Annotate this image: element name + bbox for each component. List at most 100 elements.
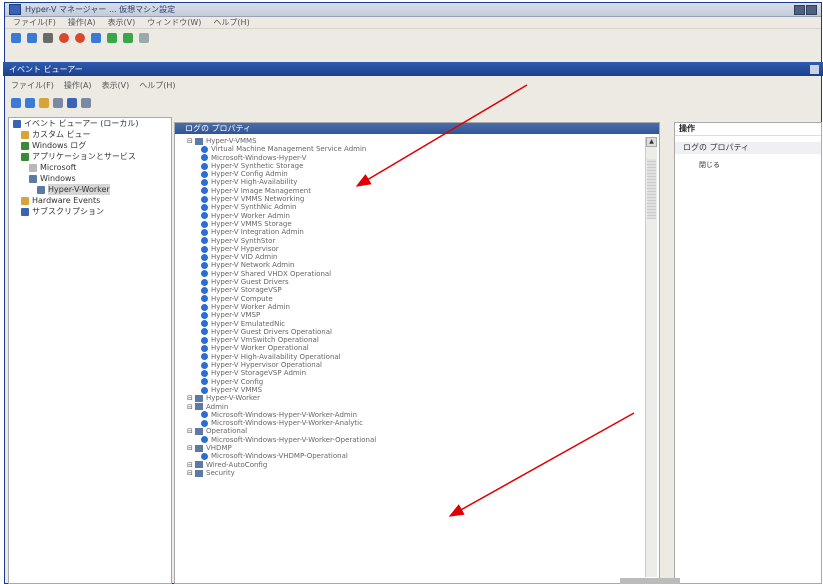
back-icon[interactable] — [11, 33, 21, 43]
log-label: Hyper-V High-Availability — [211, 178, 298, 187]
pause-icon[interactable] — [91, 33, 101, 43]
log-label: Hyper-V Worker Operational — [211, 344, 309, 353]
log-group-row[interactable]: ⊟ Security — [185, 469, 640, 477]
log-row[interactable]: Hyper-V VMMS Networking — [185, 195, 640, 203]
snapshot-icon[interactable] — [123, 33, 133, 43]
log-row[interactable]: Hyper-V Worker Admin — [185, 303, 640, 311]
log-row[interactable]: Hyper-V High-Availability — [185, 178, 640, 186]
tree-node[interactable]: アプリケーションとサービス — [9, 151, 171, 162]
menu-item[interactable]: 表示(V) — [102, 80, 130, 91]
log-row[interactable]: Microsoft-Windows-Hyper-V-Worker-Admin — [185, 411, 640, 419]
tree-node[interactable]: イベント ビューアー (ローカル) — [9, 118, 171, 129]
collapse-icon[interactable]: ⊟ — [187, 444, 193, 452]
log-row[interactable]: Hyper-V VMMS — [185, 386, 640, 394]
forward-icon[interactable] — [27, 33, 37, 43]
log-row[interactable]: Hyper-V Worker Admin — [185, 212, 640, 220]
log-row[interactable]: Hyper-V StorageVSP Admin — [185, 369, 640, 377]
vertical-scrollbar[interactable]: ▲ — [645, 137, 657, 577]
log-row[interactable]: Hyper-V VMSP — [185, 311, 640, 319]
log-row[interactable]: Hyper-V Synthetic Storage — [185, 162, 640, 170]
collapse-icon[interactable]: ⊟ — [187, 427, 193, 435]
minimize-button[interactable] — [794, 4, 805, 15]
tree-node[interactable]: カスタム ビュー — [9, 129, 171, 140]
close-button[interactable] — [810, 64, 819, 74]
log-row[interactable]: Virtual Machine Management Service Admin — [185, 145, 640, 153]
power-icon[interactable] — [75, 33, 85, 43]
log-row[interactable]: Hyper-V SynthNic Admin — [185, 203, 640, 211]
log-group-row[interactable]: ⊟ Hyper-V-VMMS — [185, 137, 640, 145]
back-icon[interactable] — [11, 98, 21, 108]
log-group-row[interactable]: ⊟ VHDMP — [185, 444, 640, 452]
log-group-row[interactable]: ⊟ Operational — [185, 427, 640, 435]
log-row[interactable]: Hyper-V Hypervisor Operational — [185, 361, 640, 369]
log-group-row[interactable]: ⊟ Hyper-V-Worker — [185, 394, 640, 402]
log-row[interactable]: Hyper-V Integration Admin — [185, 228, 640, 236]
log-row[interactable]: Hyper-V Image Management — [185, 187, 640, 195]
revert-icon[interactable] — [139, 33, 149, 43]
log-row[interactable]: Hyper-V StorageVSP — [185, 286, 640, 294]
collapse-icon[interactable]: ⊟ — [187, 394, 193, 402]
log-group-row[interactable]: ⊟ Wired-AutoConfig — [185, 461, 640, 469]
maximize-button[interactable] — [806, 4, 817, 15]
log-row[interactable]: Hyper-V VmSwitch Operational — [185, 336, 640, 344]
properties-icon[interactable] — [53, 98, 63, 108]
log-label: Hyper-V EmulatedNic — [211, 319, 286, 328]
event-viewer-title: イベント ビューアー — [9, 64, 83, 74]
log-icon — [201, 228, 208, 236]
event-viewer-menubar: ファイル(F) 操作(A) 表示(V) ヘルプ(H) — [3, 79, 184, 92]
log-icon — [201, 170, 208, 178]
help-icon[interactable] — [67, 98, 77, 108]
log-row[interactable]: Hyper-V Config Admin — [185, 170, 640, 178]
log-row[interactable]: Hyper-V EmulatedNic — [185, 320, 640, 328]
log-row[interactable]: Microsoft-Windows-Hyper-V-Worker-Operati… — [185, 436, 640, 444]
menu-item[interactable]: 表示(V) — [108, 17, 136, 28]
log-row[interactable]: Hyper-V Hypervisor — [185, 245, 640, 253]
log-row[interactable]: Hyper-V Network Admin — [185, 261, 640, 269]
log-row[interactable]: Hyper-V Guest Drivers Operational — [185, 328, 640, 336]
log-row[interactable]: Hyper-V Worker Operational — [185, 344, 640, 352]
tree-node[interactable]: サブスクリプション — [9, 206, 171, 217]
menu-item[interactable]: ファイル(F) — [11, 80, 54, 91]
log-row[interactable]: Hyper-V VMMS Storage — [185, 220, 640, 228]
tree-node[interactable]: Hardware Events — [9, 195, 171, 206]
log-row[interactable]: Hyper-V VID Admin — [185, 253, 640, 261]
close-action[interactable]: 閉じる — [675, 160, 821, 170]
menu-item[interactable]: ファイル(F) — [13, 17, 56, 28]
scroll-up-icon[interactable]: ▲ — [646, 137, 657, 147]
forward-icon[interactable] — [25, 98, 35, 108]
collapse-icon[interactable]: ⊟ — [187, 137, 193, 145]
collapse-icon[interactable]: ⊟ — [187, 469, 193, 477]
folder-icon[interactable] — [39, 98, 49, 108]
log-row[interactable]: Hyper-V High-Availability Operational — [185, 353, 640, 361]
log-group-row[interactable]: ⊟ Admin — [185, 403, 640, 411]
log-row[interactable]: Hyper-V SynthStor — [185, 237, 640, 245]
log-icon — [201, 311, 208, 319]
log-row[interactable]: Microsoft-Windows-Hyper-V — [185, 154, 640, 162]
menu-item[interactable]: 操作(A) — [68, 17, 96, 28]
start-icon[interactable] — [107, 33, 117, 43]
tree-node[interactable]: Windows — [9, 173, 171, 184]
log-row[interactable]: Hyper-V Compute — [185, 295, 640, 303]
horizontal-scroll-thumb[interactable] — [620, 578, 680, 584]
menu-item[interactable]: ヘルプ(H) — [139, 80, 175, 91]
collapse-icon[interactable]: ⊟ — [187, 461, 193, 469]
folder-icon — [195, 394, 203, 402]
menu-item[interactable]: ウィンドウ(W) — [147, 17, 201, 28]
refresh-icon[interactable] — [43, 33, 53, 43]
tree-node[interactable]: Microsoft — [9, 162, 171, 173]
log-row[interactable]: Hyper-V Config — [185, 378, 640, 386]
log-icon — [201, 345, 208, 353]
log-row[interactable]: Hyper-V Shared VHDX Operational — [185, 270, 640, 278]
view-icon[interactable] — [81, 98, 91, 108]
stop-icon[interactable] — [59, 33, 69, 43]
menu-item[interactable]: 操作(A) — [64, 80, 92, 91]
collapse-icon[interactable]: ⊟ — [187, 403, 193, 411]
tree-node[interactable]: Hyper-V-Worker — [9, 184, 171, 195]
log-row[interactable]: Microsoft-Windows-Hyper-V-Worker-Analyti… — [185, 419, 640, 427]
log-row[interactable]: Microsoft-Windows-VHDMP-Operational — [185, 452, 640, 460]
scroll-thumb[interactable] — [647, 159, 656, 219]
tree-node[interactable]: Windows ログ — [9, 140, 171, 151]
log-label: VHDMP — [206, 443, 232, 452]
menu-item[interactable]: ヘルプ(H) — [213, 17, 249, 28]
log-row[interactable]: Hyper-V Guest Drivers — [185, 278, 640, 286]
